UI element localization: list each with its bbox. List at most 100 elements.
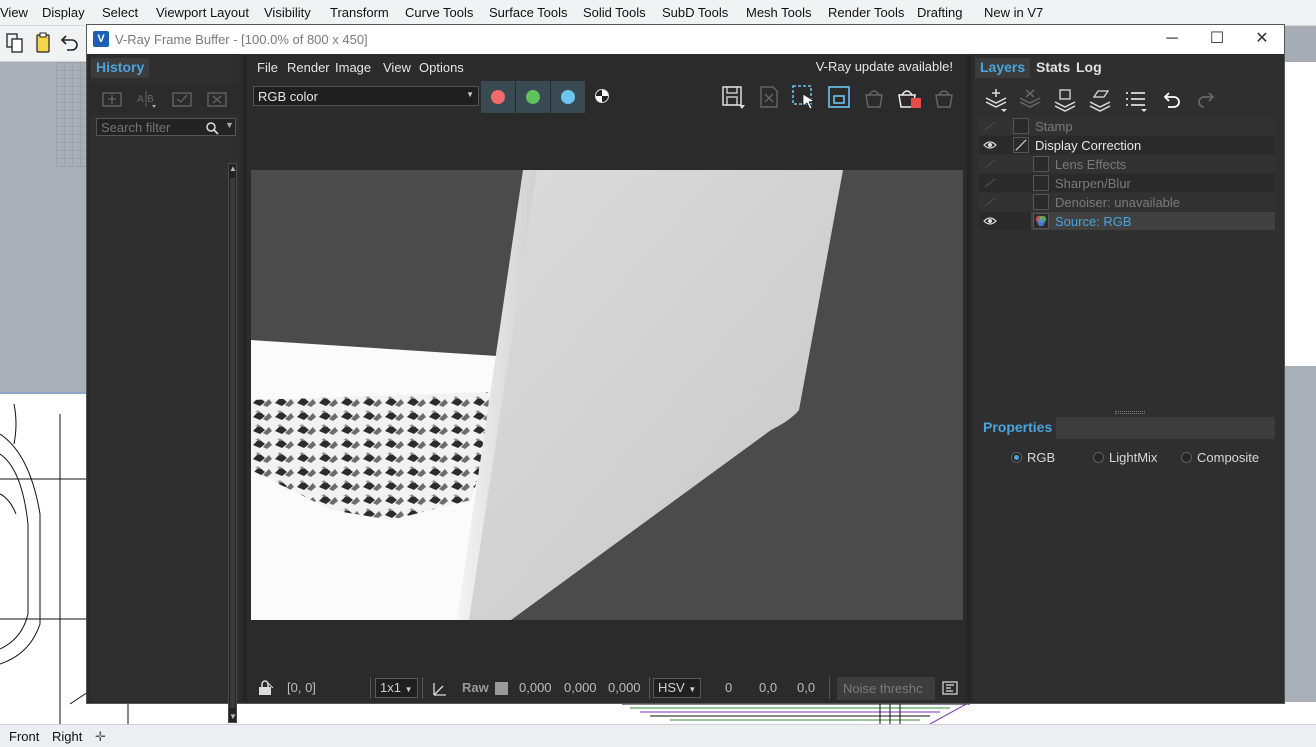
- vfb-titlebar[interactable]: V V-Ray Frame Buffer - [100.0% of 800 x …: [87, 25, 1284, 54]
- chevron-down-icon[interactable]: ▼: [225, 120, 234, 130]
- color-picker-icon[interactable]: [431, 679, 449, 697]
- noise-threshold-field[interactable]: Noise threshc: [837, 677, 935, 700]
- viewport-front[interactable]: [0, 394, 101, 724]
- menu-visibility[interactable]: Visibility: [264, 5, 311, 20]
- menu-view-vfb[interactable]: View: [383, 60, 411, 75]
- undo-icon[interactable]: [58, 32, 80, 54]
- radio-button[interactable]: [1181, 452, 1192, 463]
- tab-stats[interactable]: Stats: [1031, 58, 1075, 78]
- search-icon[interactable]: [205, 121, 219, 135]
- chevron-down-icon: ▼: [466, 90, 474, 99]
- channel-select[interactable]: RGB color ▼: [253, 86, 479, 106]
- copy-icon[interactable]: [4, 32, 26, 54]
- load-layers-icon[interactable]: [1087, 87, 1113, 113]
- scrollbar-thumb[interactable]: [230, 178, 235, 708]
- history-save-icon[interactable]: [101, 89, 123, 109]
- visibility-on-icon[interactable]: [983, 139, 997, 151]
- menu-viewport-layout[interactable]: Viewport Layout: [156, 5, 249, 20]
- add-viewport-tab-icon[interactable]: ✛: [95, 729, 106, 745]
- menu-curve-tools[interactable]: Curve Tools: [405, 5, 473, 20]
- scroll-down-icon[interactable]: ▼: [229, 712, 237, 722]
- layer-source-rgb[interactable]: Source: RGB: [1031, 212, 1275, 230]
- zoom-value: 1x1: [380, 680, 401, 695]
- menu-file[interactable]: File: [257, 60, 278, 75]
- color-mode-select[interactable]: HSV ▼: [653, 678, 702, 698]
- viewport-grid: [56, 62, 90, 167]
- menu-select[interactable]: Select: [102, 5, 138, 20]
- paste-icon[interactable]: [32, 32, 54, 54]
- visibility-off-icon[interactable]: [983, 196, 997, 208]
- menu-solid-tools[interactable]: Solid Tools: [583, 5, 646, 20]
- history-scrollbar[interactable]: ▲ ▼: [228, 163, 237, 723]
- tab-front[interactable]: Front: [9, 729, 39, 744]
- layer-presets-icon[interactable]: [1123, 87, 1149, 113]
- menu-display[interactable]: Display: [42, 5, 85, 20]
- start-render-icon[interactable]: [930, 83, 958, 111]
- pixel-lock-icon[interactable]: [257, 680, 275, 696]
- render-region-icon[interactable]: [825, 83, 853, 111]
- right-panel-splitter[interactable]: [967, 55, 971, 701]
- rhino-menubar: View Display Select Viewport Layout Visi…: [0, 0, 1316, 26]
- tab-log[interactable]: Log: [1071, 58, 1107, 78]
- layer-stamp[interactable]: Stamp: [979, 117, 1275, 135]
- menu-surface-tools[interactable]: Surface Tools: [489, 5, 568, 20]
- redo-layer-icon[interactable]: [1193, 87, 1219, 113]
- render-view-panel: File Render Image View Options V-Ray upd…: [249, 55, 965, 701]
- layer-lens-effects[interactable]: Lens Effects: [979, 155, 1275, 173]
- vfb-menubar: File Render Image View Options V-Ray upd…: [249, 55, 965, 81]
- red-channel-button[interactable]: [481, 81, 515, 113]
- menu-options[interactable]: Options: [419, 60, 464, 75]
- menu-drafting[interactable]: Drafting: [917, 5, 963, 20]
- interactive-render-icon[interactable]: [860, 83, 888, 111]
- delete-layer-icon[interactable]: [1017, 87, 1043, 113]
- undo-layer-icon[interactable]: [1159, 87, 1185, 113]
- layer-denoiser[interactable]: Denoiser: unavailable: [979, 193, 1275, 211]
- viewport-top[interactable]: [0, 62, 90, 392]
- menu-image[interactable]: Image: [335, 60, 371, 75]
- close-button[interactable]: ✕: [1252, 29, 1272, 49]
- blue-channel-button[interactable]: [551, 81, 585, 113]
- history-load-icon[interactable]: [171, 89, 193, 109]
- green-channel-button[interactable]: [516, 81, 550, 113]
- menu-transform[interactable]: Transform: [330, 5, 389, 20]
- mono-channel-icon[interactable]: [595, 89, 609, 103]
- menu-render[interactable]: Render: [287, 60, 330, 75]
- menu-new-in-v7[interactable]: New in V7: [984, 5, 1043, 20]
- history-search[interactable]: ▼: [96, 118, 236, 136]
- history-ab-compare-icon[interactable]: AB: [136, 89, 158, 109]
- history-delete-icon[interactable]: [206, 89, 228, 109]
- log-panel-icon[interactable]: [942, 681, 958, 695]
- visibility-off-icon[interactable]: [983, 158, 997, 170]
- rgb-source-icon: [1033, 213, 1049, 229]
- clear-image-icon[interactable]: [755, 83, 783, 111]
- menu-subd-tools[interactable]: SubD Tools: [662, 5, 728, 20]
- stop-render-icon[interactable]: [895, 83, 923, 111]
- save-image-icon[interactable]: [719, 83, 747, 111]
- menu-mesh-tools[interactable]: Mesh Tools: [746, 5, 812, 20]
- visibility-off-icon[interactable]: [983, 177, 997, 189]
- update-notice[interactable]: V-Ray update available!: [816, 59, 953, 74]
- search-input[interactable]: [101, 120, 201, 134]
- menu-view[interactable]: View: [0, 5, 28, 20]
- tab-right[interactable]: Right: [52, 729, 82, 744]
- maximize-button[interactable]: ☐: [1207, 29, 1227, 49]
- layers-properties-splitter[interactable]: [1115, 411, 1145, 414]
- region-select-icon[interactable]: [790, 83, 818, 111]
- layer-name: Source: RGB: [1055, 214, 1132, 229]
- layer-sharpen-blur[interactable]: Sharpen/Blur: [979, 174, 1275, 192]
- tab-layers[interactable]: Layers: [975, 58, 1031, 78]
- visibility-on-icon[interactable]: [983, 215, 997, 227]
- save-layers-icon[interactable]: [1052, 87, 1078, 113]
- radio-button[interactable]: [1011, 452, 1022, 463]
- history-splitter[interactable]: [243, 55, 247, 701]
- scroll-up-icon[interactable]: ▲: [229, 164, 237, 174]
- visibility-off-icon[interactable]: [983, 120, 997, 132]
- layer-display-correction[interactable]: Display Correction: [979, 136, 1275, 154]
- add-layer-icon[interactable]: [983, 87, 1009, 113]
- menu-render-tools[interactable]: Render Tools: [828, 5, 904, 20]
- tab-history[interactable]: History: [91, 58, 150, 78]
- minimize-button[interactable]: ─: [1162, 29, 1182, 49]
- radio-button[interactable]: [1093, 452, 1104, 463]
- rendered-image[interactable]: [251, 170, 963, 620]
- zoom-select[interactable]: 1x1 ▼: [375, 678, 418, 698]
